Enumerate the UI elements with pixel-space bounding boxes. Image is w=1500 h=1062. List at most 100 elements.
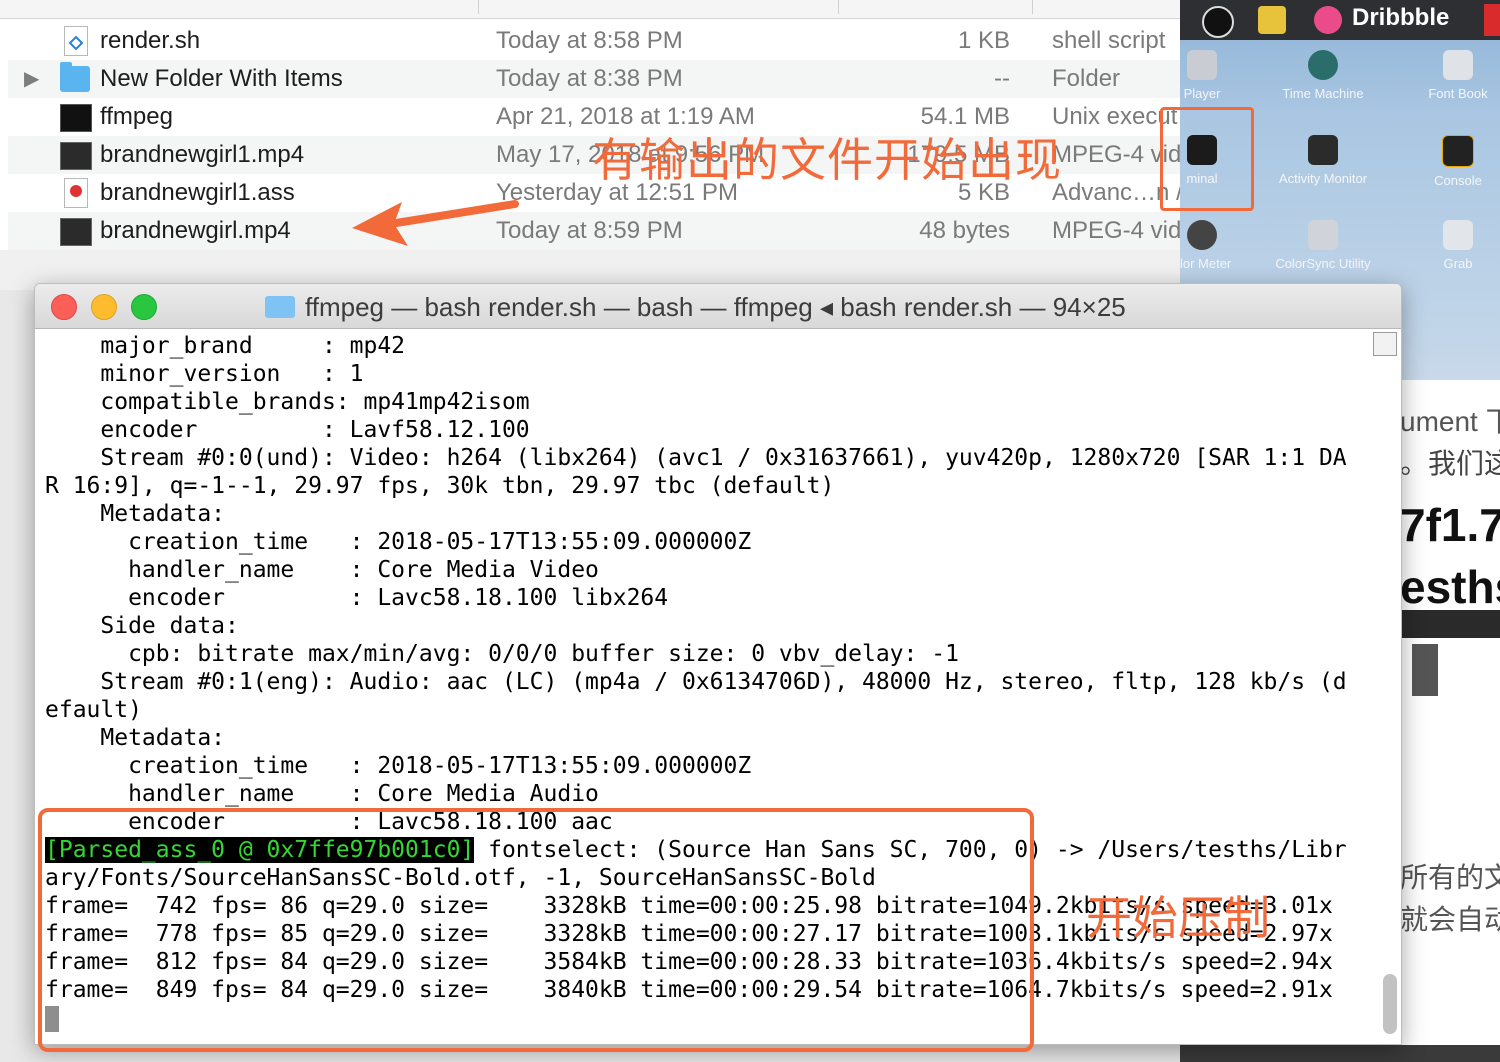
file-row-render-sh[interactable]: render.sh Today at 8:58 PM 1 KB shell sc… <box>8 22 1180 60</box>
activity-monitor-icon <box>1308 135 1338 165</box>
file-row-brandnewgirl-mp4[interactable]: brandnewgirl.mp4 Today at 8:59 PM 48 byt… <box>8 212 1180 250</box>
column-divider[interactable] <box>1032 0 1033 14</box>
player-icon <box>1187 50 1217 80</box>
app-grab[interactable]: Grab <box>1398 220 1500 271</box>
folder-icon <box>265 296 295 318</box>
doc-divider <box>1400 610 1500 638</box>
doc-text: 就会自动 <box>1400 904 1500 935</box>
app-label: olor Meter <box>1180 256 1232 271</box>
app-label: Activity Monitor <box>1278 171 1368 186</box>
file-date: Today at 8:38 PM <box>496 65 683 92</box>
column-divider[interactable] <box>838 0 839 14</box>
annotation-start-encoding: 开始压制 <box>1086 891 1270 945</box>
ass-file-icon <box>64 178 88 208</box>
app-player[interactable]: Player <box>1180 50 1262 101</box>
doc-text: 所有的文 <box>1400 862 1500 893</box>
terminal-line: major_brand : mp42 <box>45 333 406 359</box>
file-row-new-folder[interactable]: ▶ New Folder With Items Today at 8:38 PM… <box>8 60 1180 98</box>
terminal-line: Side data: <box>45 613 239 639</box>
app-console[interactable]: Console <box>1398 135 1500 188</box>
app-font-book[interactable]: Font Book <box>1398 50 1500 101</box>
annotation-arrow-icon <box>352 200 519 246</box>
terminal-line: efault) <box>45 697 142 723</box>
file-kind: Unix execut <box>1052 103 1178 130</box>
file-date: Today at 8:58 PM <box>496 27 683 54</box>
file-date: Today at 8:59 PM <box>496 217 683 244</box>
app-icon[interactable] <box>1484 4 1500 36</box>
script-file-icon <box>64 26 88 56</box>
annotation-highlight-box <box>1160 107 1254 211</box>
terminal-line: handler_name : Core Media Audio <box>45 781 599 807</box>
doc-text: 7f1.7 <box>1400 499 1500 551</box>
font-book-icon <box>1443 50 1473 80</box>
doc-text: ument 下 <box>1400 406 1500 437</box>
terminal-titlebar[interactable]: ffmpeg — bash render.sh — bash — ffmpeg … <box>35 284 1401 329</box>
console-icon <box>1442 135 1474 167</box>
app-colorsync-utility[interactable]: ColorSync Utility <box>1263 220 1383 271</box>
terminal-line: R 16:9], q=-1--1, 29.97 fps, 30k tbn, 29… <box>45 473 835 499</box>
terminal-line: creation_time : 2018-05-17T13:55:09.0000… <box>45 529 752 555</box>
finder-column-header[interactable] <box>0 0 1180 19</box>
minimize-button[interactable] <box>91 294 117 320</box>
grab-icon <box>1443 220 1473 250</box>
terminal-scrollbar[interactable] <box>1383 974 1397 1034</box>
video-file-icon <box>60 142 92 170</box>
app-label: Console <box>1434 173 1482 188</box>
terminal-line: Stream #0:1(eng): Audio: aac (LC) (mp4a … <box>45 669 1347 695</box>
terminal-line: encoder : Lavc58.18.100 libx264 <box>45 585 669 611</box>
terminal-line: cpb: bitrate max/min/avg: 0/0/0 buffer s… <box>45 641 959 667</box>
close-button[interactable] <box>51 294 77 320</box>
background-strip <box>1180 1045 1500 1062</box>
file-name: ffmpeg <box>100 103 173 130</box>
color-meter-icon <box>1187 220 1217 250</box>
app-time-machine[interactable]: Time Machine <box>1263 50 1383 101</box>
terminal-line: creation_time : 2018-05-17T13:55:09.0000… <box>45 753 752 779</box>
download-icon[interactable] <box>1202 6 1234 38</box>
time-machine-icon <box>1308 50 1338 80</box>
shield-icon[interactable] <box>1258 6 1286 34</box>
video-file-icon <box>60 218 92 246</box>
folder-icon <box>60 62 90 92</box>
app-label: Font Book <box>1428 86 1488 101</box>
app-activity-monitor[interactable]: Activity Monitor <box>1263 135 1383 186</box>
terminal-line: Metadata: <box>45 501 226 527</box>
zoom-button[interactable] <box>131 294 157 320</box>
colorsync-icon <box>1308 220 1338 250</box>
file-kind: shell script <box>1052 27 1166 54</box>
app-label: Player <box>1183 86 1221 101</box>
app-color-meter[interactable]: olor Meter <box>1180 220 1262 271</box>
file-name: brandnewgirl.mp4 <box>100 217 291 244</box>
doc-block <box>1412 644 1438 696</box>
terminal-line: minor_version : 1 <box>45 361 364 387</box>
file-name: brandnewgirl1.mp4 <box>100 141 305 168</box>
terminal-line: encoder : Lavf58.12.100 <box>45 417 530 443</box>
app-label: Time Machine <box>1282 86 1364 101</box>
dribbble-icon[interactable] <box>1314 6 1342 34</box>
dribbble-menu-label[interactable]: Dribbble <box>1352 4 1449 32</box>
app-label: Grab <box>1443 256 1473 271</box>
app-label: ColorSync Utility <box>1275 256 1371 271</box>
annotation-highlight-box <box>38 808 1034 1052</box>
executable-icon <box>60 104 92 132</box>
doc-text: 。我们这 <box>1400 448 1500 479</box>
split-pane-icon[interactable] <box>1373 332 1397 356</box>
file-size: 48 bytes <box>919 217 1010 244</box>
file-name: brandnewgirl1.ass <box>100 179 295 206</box>
terminal-line: compatible_brands: mp41mp42isom <box>45 389 530 415</box>
terminal-title: ffmpeg — bash render.sh — bash — ffmpeg … <box>305 292 1126 322</box>
terminal-line: handler_name : Core Media Video <box>45 557 599 583</box>
file-name: render.sh <box>100 27 201 54</box>
terminal-line: Stream #0:0(und): Video: h264 (libx264) … <box>45 445 1347 471</box>
file-kind: Folder <box>1052 65 1121 92</box>
column-divider[interactable] <box>478 0 479 14</box>
background-document: ument 下 。我们这 7f1.7 esths 所有的文 就会自动 <box>1400 380 1500 1062</box>
file-kind: MPEG-4 vid <box>1052 217 1180 244</box>
disclosure-triangle-icon[interactable]: ▶ <box>24 60 39 98</box>
file-size: -- <box>994 65 1010 92</box>
file-name: New Folder With Items <box>100 65 343 92</box>
annotation-output-appears: 有输出的文件开始出现 <box>592 133 1062 187</box>
doc-text: esths <box>1400 561 1500 613</box>
terminal-line: Metadata: <box>45 725 226 751</box>
menu-bar: Dribbble <box>1180 0 1500 40</box>
file-size: 1 KB <box>957 27 1010 54</box>
